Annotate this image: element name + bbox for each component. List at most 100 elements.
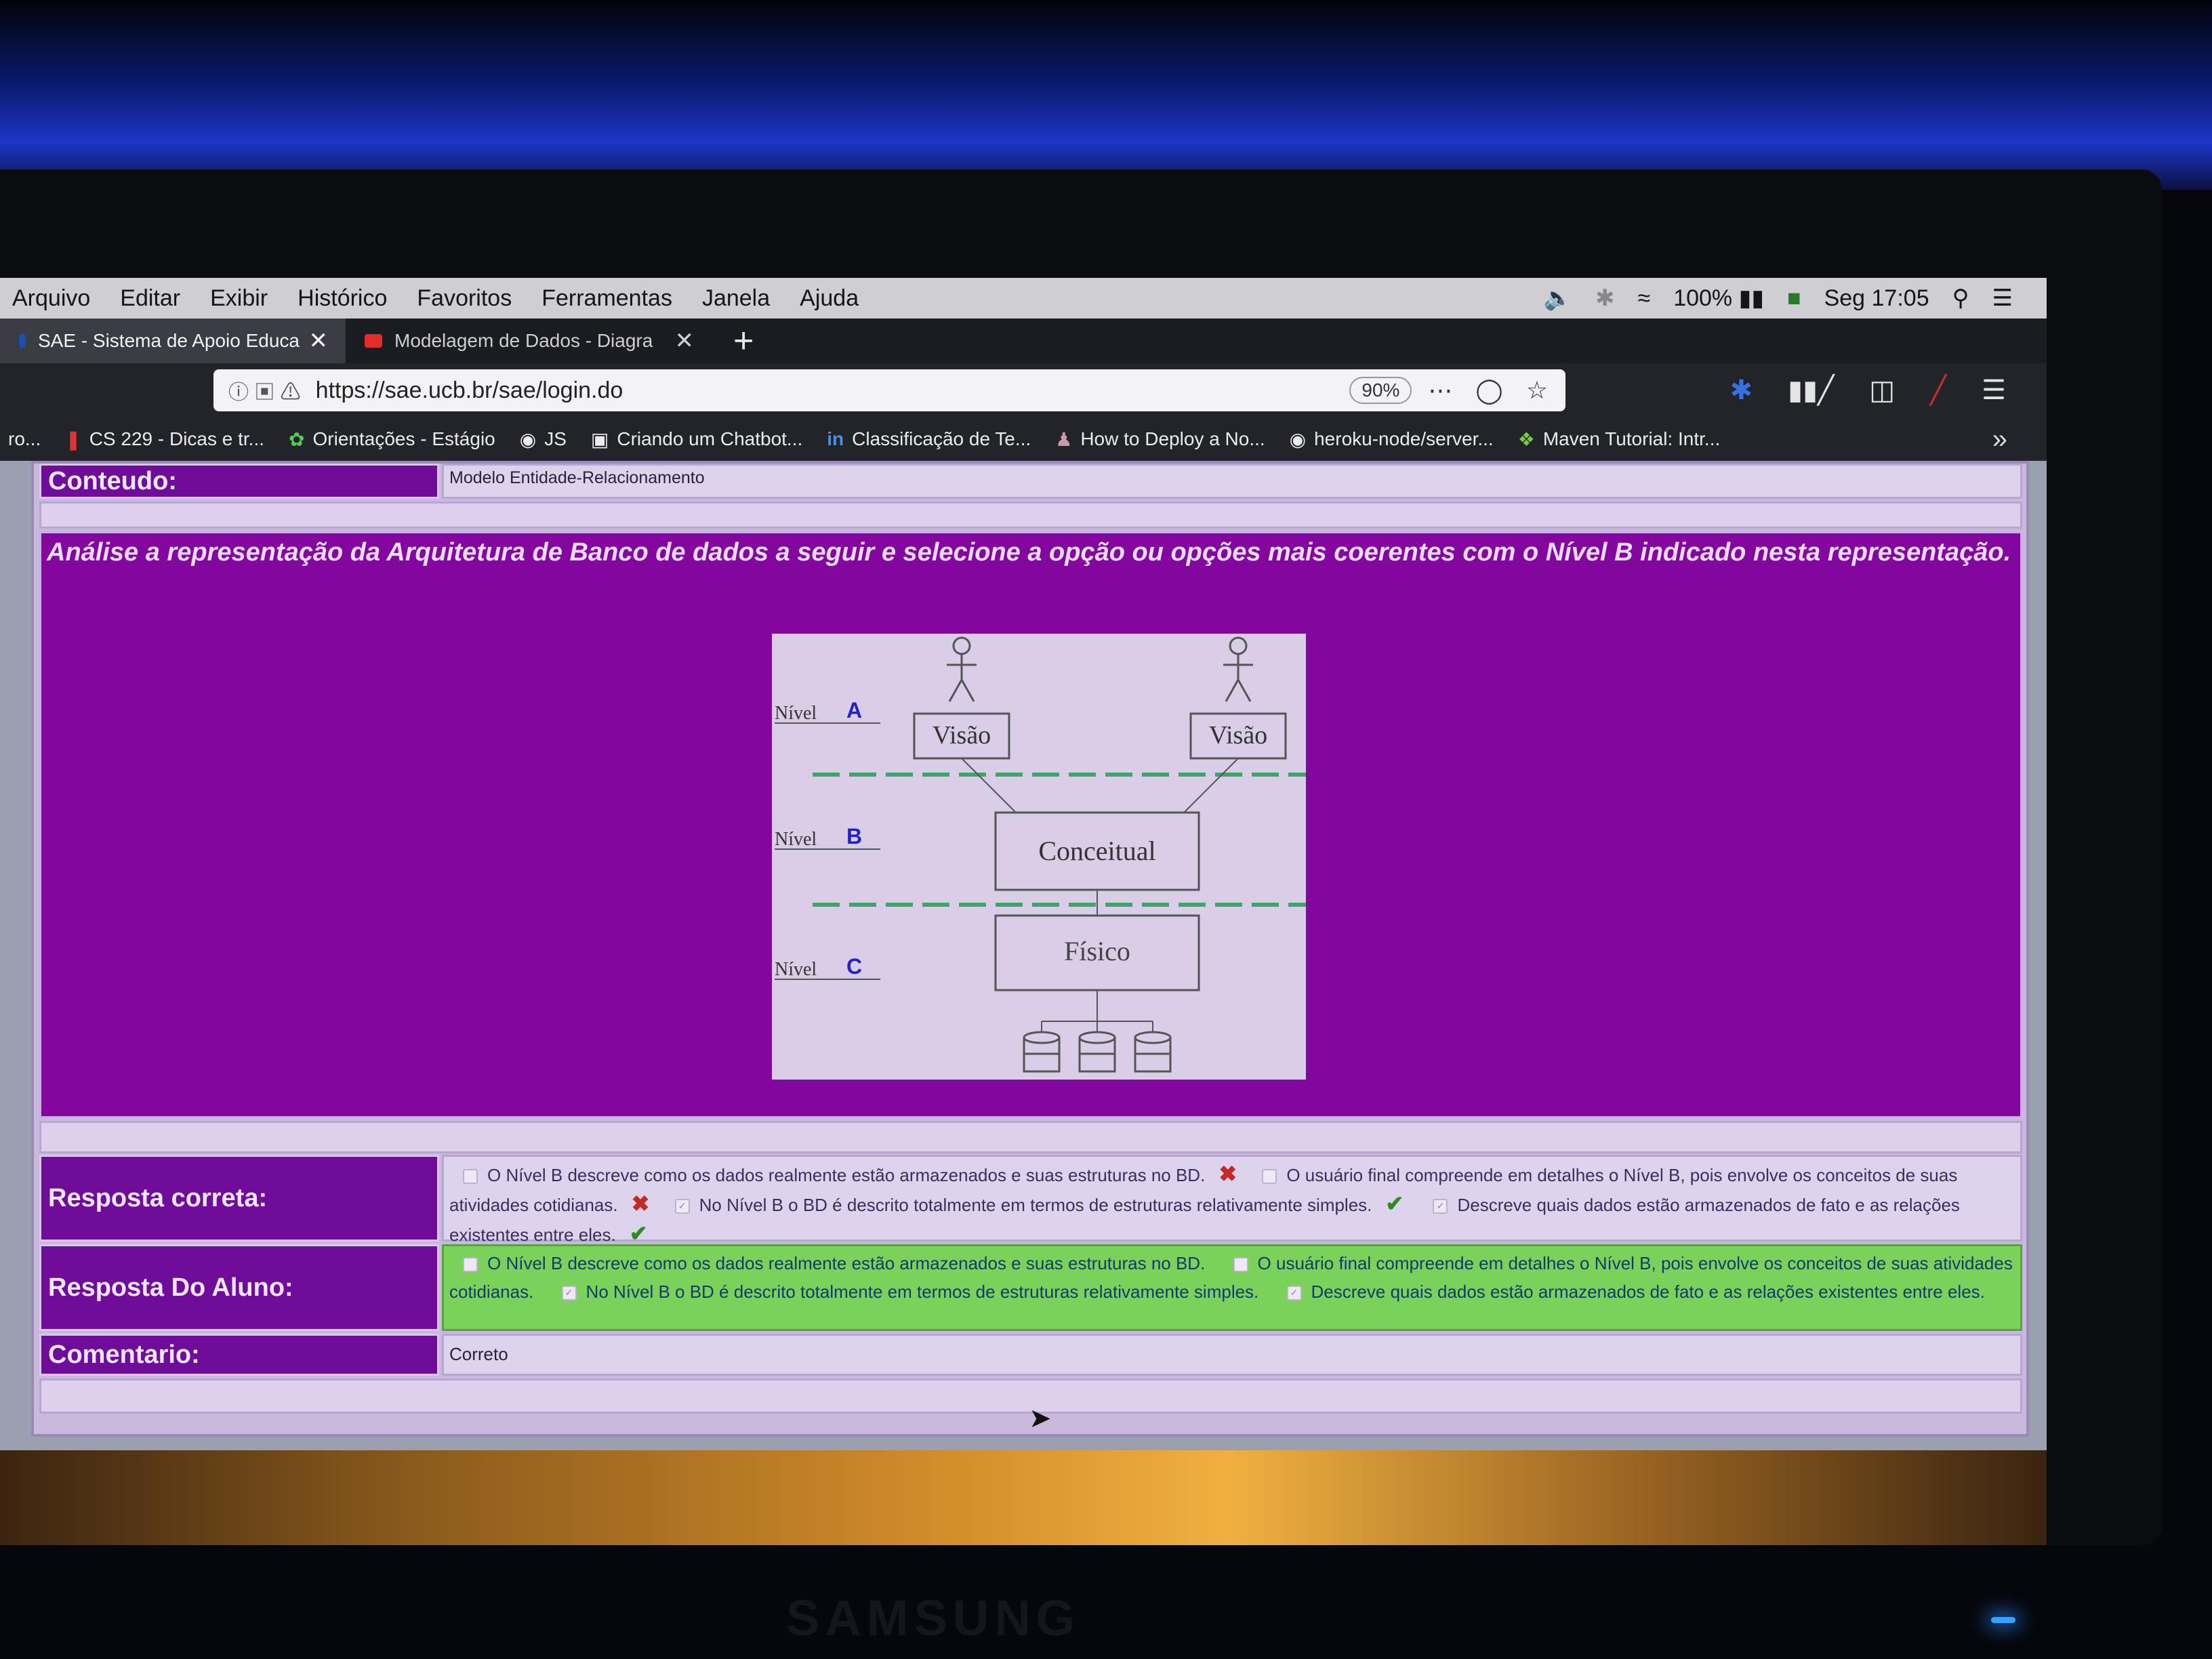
fisico-box: Físico	[1064, 936, 1130, 966]
new-tab-icon[interactable]: +	[733, 321, 754, 361]
battery-status[interactable]: 100% ▮▮	[1673, 285, 1764, 312]
conteudo-row: Conteudo: Modelo Entidade-Relacionamento	[39, 464, 2022, 499]
resposta-aluno-value: O Nível B descreve como os dados realmen…	[442, 1244, 2022, 1331]
tab-bar: SAE - Sistema de Apoio Educac ✕ Modelage…	[0, 319, 2047, 363]
bookmark-label: ro...	[8, 428, 41, 449]
correct-option-3: No Nível B o BD é descrito totalmente em…	[699, 1195, 1372, 1215]
menu-arquivo[interactable]: Arquivo	[12, 285, 90, 312]
monitor-logo: SAMSUNG	[786, 1590, 1081, 1646]
sae-favicon	[19, 334, 26, 348]
wifi-icon[interactable]: ≈	[1638, 285, 1651, 312]
option-checkbox	[1233, 1257, 1248, 1273]
option-checkbox	[1262, 1169, 1277, 1185]
resposta-correta-value: O Nível B descreve como os dados realmen…	[442, 1155, 2022, 1246]
menu-historico[interactable]: Histórico	[298, 285, 387, 312]
notification-center-icon[interactable]: ☰	[1992, 285, 2013, 312]
comentario-label: Comentario:	[39, 1334, 439, 1376]
menu-ferramentas[interactable]: Ferramentas	[541, 285, 672, 312]
bookmark-label: JS	[544, 428, 567, 449]
screen: Arquivo Editar Exibir Histórico Favorito…	[0, 278, 2047, 1545]
sidebar-icon[interactable]: ◫	[1869, 375, 1895, 406]
bookmark-item[interactable]: ❚ CS 229 - Dicas e tr...	[65, 428, 264, 451]
bookmark-label: How to Deploy a No...	[1080, 428, 1265, 449]
zoom-level[interactable]: 90%	[1349, 377, 1412, 404]
library-icon[interactable]: ▮▮╱	[1788, 375, 1834, 406]
architecture-diagram: Nível A Nível B Nível C Visão Visão Conc…	[772, 634, 1306, 1080]
bookmark-item[interactable]: ro...	[0, 428, 41, 450]
desktop-wallpaper	[0, 1450, 2047, 1545]
menu-exibir[interactable]: Exibir	[210, 285, 268, 312]
youtube-icon	[365, 334, 382, 348]
tab-title: SAE - Sistema de Apoio Educac	[38, 330, 300, 351]
bluetooth-icon[interactable]: ✱	[1595, 285, 1615, 312]
database-icon	[1134, 1031, 1172, 1073]
bookmark-item[interactable]: ♟ How to Deploy a No...	[1055, 428, 1265, 451]
volume-icon[interactable]: 🔈	[1544, 285, 1572, 312]
nivel-b-label: Nível	[775, 829, 817, 850]
nav-bar: ⓘ ▣ ⚠ https://sae.ucb.br/sae/login.do 90…	[0, 363, 2047, 417]
close-tab-icon[interactable]: ✕	[309, 327, 329, 354]
menu-ajuda[interactable]: Ajuda	[800, 285, 859, 312]
pocket-icon[interactable]: ◯	[1475, 376, 1502, 405]
bookmark-item[interactable]: ◉ JS	[520, 428, 567, 451]
visao-box-right: Visão	[1209, 721, 1267, 750]
option-checkbox	[463, 1257, 478, 1273]
more-bookmarks-icon[interactable]: »	[1992, 424, 2047, 455]
page-icon: ▣	[590, 428, 609, 450]
globe-icon: ◉	[519, 428, 537, 450]
pin-icon: ❚	[65, 428, 81, 450]
comentario-value: Correto	[442, 1334, 2022, 1376]
option-checkbox: ✓	[1433, 1199, 1448, 1214]
linkedin-icon: in	[827, 428, 844, 449]
flag-icon[interactable]: ■	[1787, 285, 1801, 312]
resposta-correta-label: Resposta correta:	[39, 1155, 439, 1242]
bookmark-star-icon[interactable]: ☆	[1526, 376, 1548, 405]
close-tab-icon[interactable]: ✕	[675, 327, 695, 354]
resposta-aluno-label: Resposta Do Aluno:	[39, 1244, 439, 1331]
nivel-a-label: Nível	[775, 703, 817, 724]
clock[interactable]: Seg 17:05	[1824, 285, 1929, 312]
bookmark-item[interactable]: ✿ Orientações - Estágio	[289, 428, 495, 451]
bookmark-label: Criando um Chatbot...	[617, 428, 803, 449]
mouse-cursor-icon: ➤	[1029, 1404, 1052, 1433]
bookmark-item[interactable]: in Classificação de Te...	[827, 428, 1031, 450]
wrong-mark-icon: ✖	[1218, 1162, 1237, 1186]
visao-box-left: Visão	[933, 721, 991, 750]
database-icon	[1078, 1031, 1116, 1073]
spacer-row	[39, 1121, 2022, 1153]
bookmark-item[interactable]: ❖ Maven Tutorial: Intr...	[1518, 428, 1721, 451]
conteudo-value: Modelo Entidade-Relacionamento	[442, 464, 2022, 499]
extension-icon[interactable]: ✱	[1730, 375, 1753, 406]
url-text[interactable]: https://sae.ucb.br/sae/login.do	[316, 377, 1350, 404]
github-icon: ◉	[1289, 428, 1307, 450]
student-option-4: Descreve quais dados estão armazenados d…	[1311, 1282, 1985, 1302]
tab-modelagem[interactable]: Modelagem de Dados - Diagra ✕	[346, 319, 712, 363]
nivel-c-label: Nível	[775, 959, 817, 980]
student-option-1: O Nível B descreve como os dados realmen…	[487, 1253, 1206, 1273]
bookmark-label: Classificação de Te...	[852, 428, 1031, 449]
spotlight-search-icon[interactable]: ⚲	[1952, 285, 1969, 312]
option-checkbox: ✓	[674, 1199, 690, 1214]
menu-janela[interactable]: Janela	[702, 285, 770, 312]
page-actions: ⋯ ◯ ☆	[1428, 376, 1548, 405]
extension-red-icon[interactable]: ╱	[1930, 375, 1946, 406]
status-area: 🔈 ✱ ≈ 100% ▮▮ ■ Seg 17:05 ⚲ ☰	[1544, 285, 2047, 312]
student-option-3: No Nível B o BD é descrito totalmente em…	[586, 1282, 1259, 1302]
toolbar-right: ✱ ▮▮╱ ◫ ╱ ☰	[1730, 375, 2047, 406]
battery-icon: ▮▮	[1738, 285, 1765, 311]
question-text: Análise a representação da Arquitetura d…	[47, 538, 2011, 567]
bookmark-label: heroku-node/server...	[1314, 428, 1494, 449]
address-bar[interactable]: ⓘ ▣ ⚠ https://sae.ucb.br/sae/login.do 90…	[213, 369, 1565, 411]
site-info-icon[interactable]: ⓘ ▣ ⚠	[228, 375, 301, 405]
level-a-letter: A	[846, 698, 862, 722]
hamburger-menu-icon[interactable]: ☰	[1982, 375, 2006, 406]
database-icon	[1023, 1031, 1061, 1073]
tab-sae[interactable]: SAE - Sistema de Apoio Educac ✕	[0, 319, 346, 363]
option-checkbox-checked: ✓	[561, 1286, 577, 1301]
right-mark-icon: ✔	[629, 1221, 648, 1246]
bookmark-item[interactable]: ◉ heroku-node/server...	[1290, 428, 1494, 451]
menu-editar[interactable]: Editar	[120, 285, 180, 312]
bookmark-item[interactable]: ▣ Criando um Chatbot...	[591, 428, 802, 451]
page-actions-menu-icon[interactable]: ⋯	[1428, 376, 1452, 405]
menu-favoritos[interactable]: Favoritos	[417, 285, 512, 312]
